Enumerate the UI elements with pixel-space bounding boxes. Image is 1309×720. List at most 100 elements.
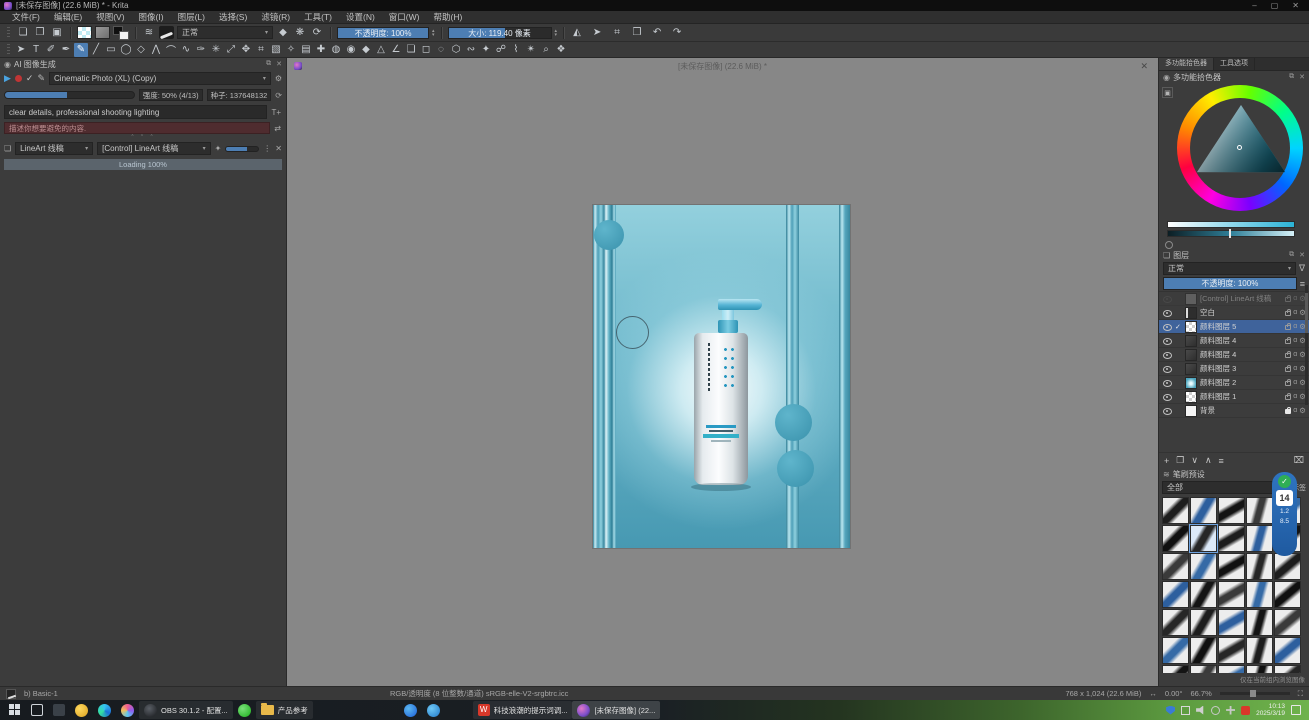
open-document-icon[interactable]: ❒ [33,26,47,40]
reference-images-tool[interactable]: ❏ [404,43,418,57]
alpha-icon[interactable]: α [1293,323,1297,330]
layer-properties-button[interactable]: ≡ [1219,456,1224,466]
brush-preset-tile[interactable] [1274,665,1301,673]
move-tool[interactable]: ✥ [239,43,253,57]
blue-app-button[interactable] [399,701,422,719]
layer-opacity-slider[interactable]: 不透明度: 100% [1163,277,1297,290]
settings-gear-icon[interactable]: ⚙ [275,74,282,83]
generate-play-icon[interactable]: ▶ [4,73,11,84]
brush-preset-tile[interactable] [1246,609,1273,636]
tab-tool-options[interactable]: 工具选项 [1214,58,1255,70]
text-tool[interactable]: T [29,43,43,57]
size-slider[interactable]: 大小: 119.40 像素 [448,27,552,39]
alpha-icon[interactable]: α [1293,379,1297,386]
remove-control-icon[interactable]: ✕ [275,144,282,153]
layer-row[interactable]: 颜料图层 2α⚙ [1159,376,1309,390]
new-document-icon[interactable]: ❏ [16,26,30,40]
brush-tag-select[interactable]: 全部 ▾ [1162,481,1282,494]
document-task-button[interactable]: W 科技浪潮的提示词调... [473,701,573,719]
brush-preset-tile[interactable] [1190,581,1217,608]
brush-preset-tile[interactable] [1162,581,1189,608]
select-shapes-tool[interactable]: ➤ [14,43,28,57]
float-docker-icon[interactable]: ⧉ [266,60,271,68]
pan-tool[interactable]: ❖ [554,43,568,57]
apply-check-icon[interactable]: ✓ [26,73,34,84]
zoom-tool[interactable]: ⌕ [539,43,553,57]
lock-icon[interactable] [1285,339,1291,344]
brush-preset-tile[interactable] [1274,637,1301,664]
brush-preset-tile[interactable] [1218,637,1245,664]
transform-tool[interactable]: ⤢ [224,43,238,57]
journal-icon[interactable]: ❒ [630,26,644,40]
layer-row[interactable]: 颜料图层 1α⚙ [1159,390,1309,404]
move-layer-down-button[interactable]: ∨ [1191,455,1198,466]
reload-preset-icon[interactable]: ⟳ [310,26,324,40]
visibility-icon[interactable] [1162,294,1172,304]
brush-preset-tile[interactable] [1218,581,1245,608]
brush-preset-tile[interactable] [1246,525,1273,552]
control-layer-select[interactable]: [Control] LineArt 线稿 ▾ [97,142,210,155]
brush-preset-tile[interactable] [1190,553,1217,580]
close-button[interactable]: ✕ [1292,0,1299,11]
brush-preset-tile[interactable] [1246,497,1273,524]
menu-item-0[interactable]: 文件(F) [6,11,46,24]
visibility-icon[interactable] [1162,350,1172,360]
brush-preset-tile[interactable] [1162,609,1189,636]
size-spinner[interactable]: ▴▾ [555,29,558,37]
alpha-icon[interactable]: α [1293,309,1297,316]
brush-preset-tile[interactable] [1190,525,1217,552]
task-view-button[interactable] [26,701,48,719]
layer-blend-select[interactable]: 正常 ▾ [1163,262,1296,275]
file-explorer-button[interactable] [48,701,70,719]
alpha-icon[interactable]: α [1293,351,1297,358]
lock-icon[interactable] [1285,381,1291,386]
menu-item-7[interactable]: 工具(T) [298,11,338,24]
subwindow-close-icon[interactable]: ✕ [1140,61,1148,72]
float-docker-icon[interactable]: ⧉ [1289,251,1294,259]
colorize-mask-tool[interactable]: ◍ [329,43,343,57]
opacity-spinner[interactable]: ▴▾ [432,29,435,37]
rect-select-tool[interactable]: ◻ [419,43,433,57]
krita-task-button[interactable]: [未保存图像] (22... [572,701,660,719]
brush-preset-tile[interactable] [1274,581,1301,608]
enclose-fill-tool[interactable]: ◆ [359,43,373,57]
pattern-edit-tool[interactable]: ▤ [299,43,313,57]
layer-row[interactable]: 背景α⚙ [1159,404,1309,418]
brush-preset-tile[interactable] [1218,609,1245,636]
snapshot-icon[interactable]: ⌗ [610,26,624,40]
freehand-brush-tool[interactable]: ✎ [74,43,88,57]
edge-button[interactable] [93,701,116,719]
network-icon[interactable] [1211,706,1220,715]
strength-slider[interactable] [4,91,135,99]
strength-field[interactable]: 强度: 50% (4/13) [139,89,203,101]
menu-item-1[interactable]: 编辑(E) [48,11,88,24]
menu-item-8[interactable]: 设置(N) [340,11,381,24]
display-icon[interactable] [1181,706,1190,715]
delete-layer-button[interactable]: ⌧ [1294,455,1304,466]
redo-icon[interactable]: ↷ [670,26,684,40]
layer-row[interactable]: 颜料图层 3α⚙ [1159,362,1309,376]
security-shield-icon[interactable] [1166,706,1175,715]
layer-row[interactable]: 空白α⚙ [1159,306,1309,320]
control-type-select[interactable]: LineArt 线稿 ▾ [15,142,93,155]
polygon-select-tool[interactable]: ⬡ [449,43,463,57]
shade-bar-dark[interactable] [1167,230,1295,237]
alpha-icon[interactable]: α [1293,393,1297,400]
brush-preset-tile[interactable] [1162,665,1189,673]
ellipse-select-tool[interactable]: ◌ [434,43,448,57]
visibility-icon[interactable] [1162,392,1172,402]
brush-preset-tile[interactable] [1162,553,1189,580]
menu-item-5[interactable]: 选择(S) [213,11,253,24]
color-sampler-tool[interactable]: ✧ [284,43,298,57]
line-tool[interactable]: ╱ [89,43,103,57]
notification-icon[interactable] [1291,705,1301,715]
chat-app-button[interactable] [422,701,445,719]
control-strength-slider[interactable] [225,146,259,152]
preserve-alpha-icon[interactable]: ❋ [293,26,307,40]
canvas-area[interactable]: [未保存图像] (22.6 MiB) * ✕ [287,58,1158,686]
close-docker-icon[interactable]: ✕ [1299,73,1305,81]
layer-row[interactable]: [Control] LineArt 线稿α⚙ [1159,292,1309,306]
edit-style-icon[interactable]: ✎ [37,73,45,84]
visibility-icon[interactable] [1162,336,1172,346]
pattern-swatch[interactable] [77,26,92,39]
